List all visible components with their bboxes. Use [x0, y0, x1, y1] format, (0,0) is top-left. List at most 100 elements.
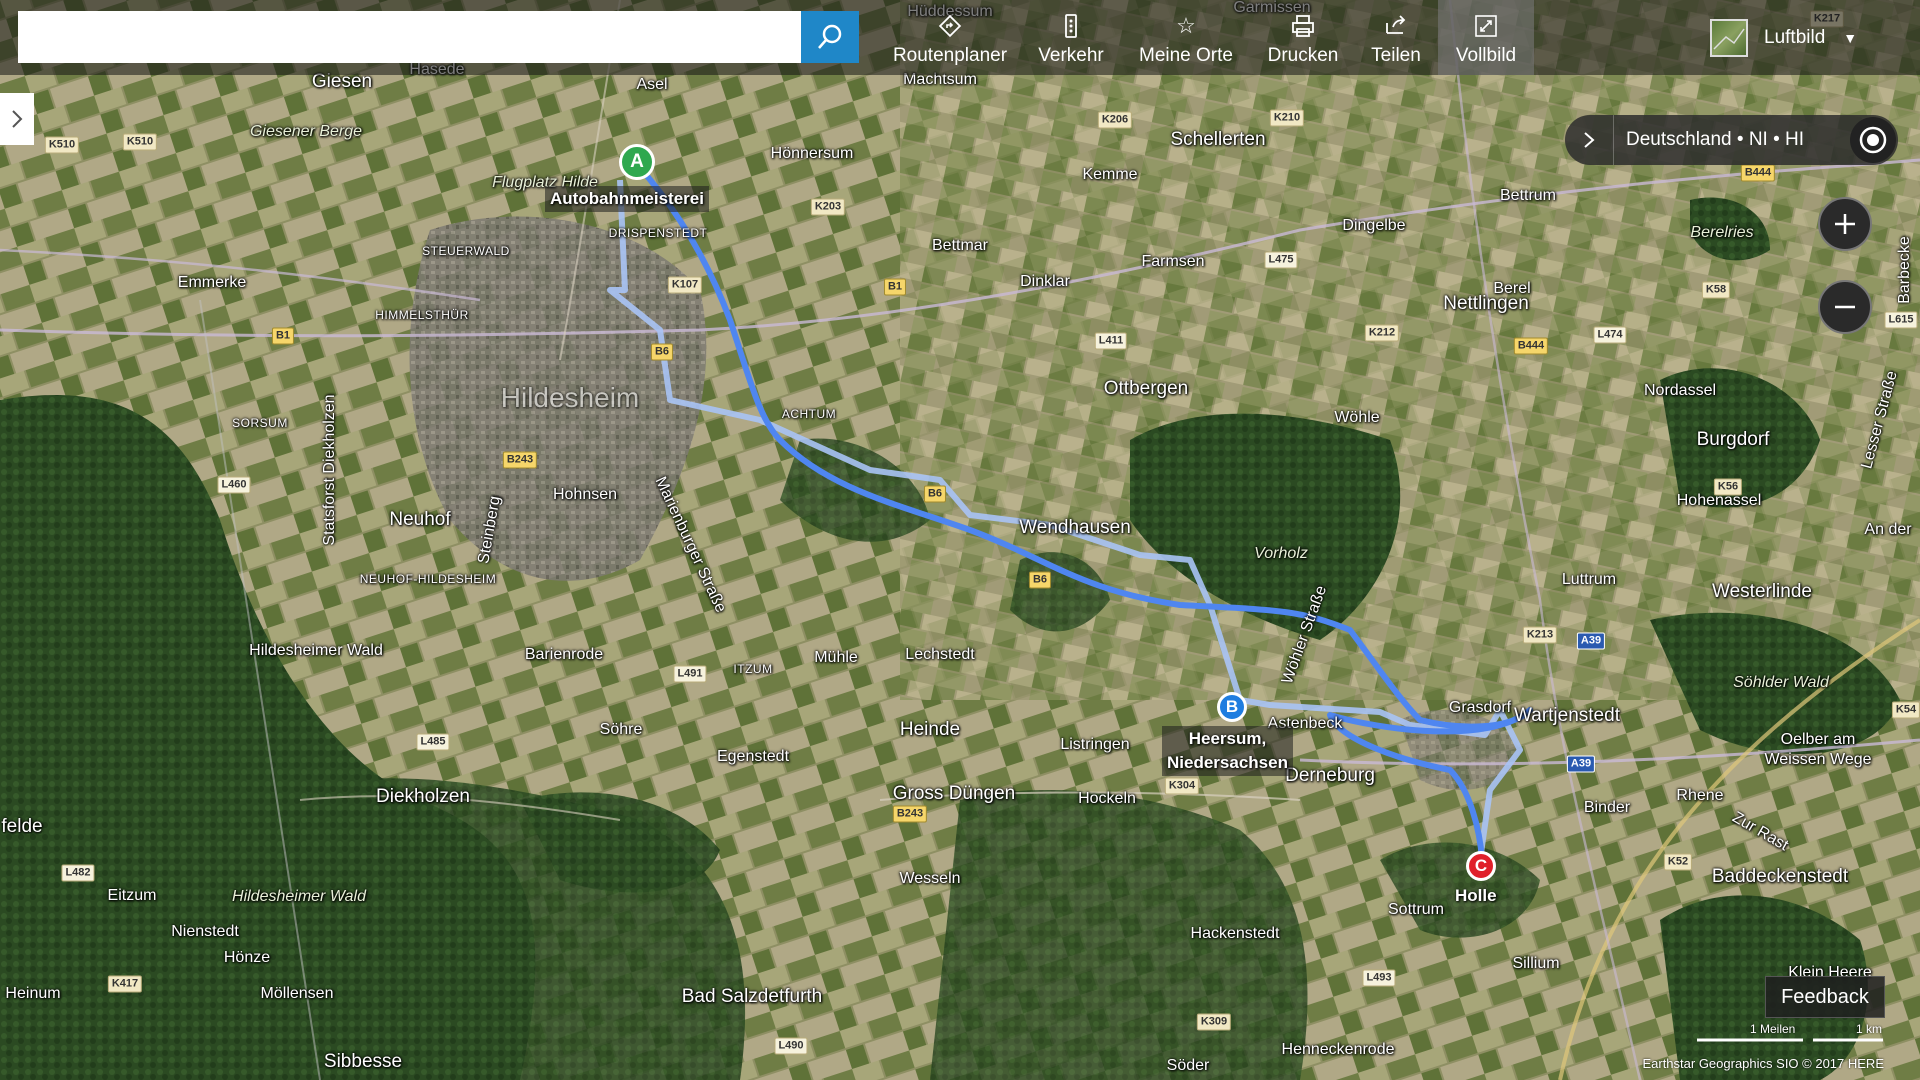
place-label-felde: felde: [1, 816, 43, 837]
road-shield: B6: [650, 343, 674, 361]
place-label-nienstedt: Nienstedt: [171, 923, 239, 940]
place-label-sillium: Sillium: [1512, 955, 1560, 972]
breadcrumb-expand-button[interactable]: [1565, 115, 1614, 165]
road-shield: K52: [1663, 853, 1693, 871]
place-label-berel: Berel: [1493, 280, 1531, 297]
place-label-woehle: Wöhle: [1334, 409, 1380, 426]
road-shield: A39: [1576, 632, 1606, 650]
minus-icon: [1835, 305, 1855, 309]
road-shield: B243: [502, 451, 538, 469]
place-label-asel: Asel: [636, 76, 668, 93]
road-shield: L493: [1362, 969, 1396, 987]
print-label: Drucken: [1267, 45, 1339, 66]
waypoint-a-pin[interactable]: A: [619, 144, 655, 180]
place-label-itzum: ITZUM: [733, 662, 773, 676]
search-icon: [818, 24, 842, 49]
place-label-binder: Binder: [1583, 799, 1631, 816]
place-label-wendhausen: Wendhausen: [1019, 517, 1131, 538]
street-label-marienburger: Marienburger Straße: [651, 474, 730, 616]
place-label-emmerke: Emmerke: [177, 274, 247, 291]
waypoint-b-pin[interactable]: B: [1217, 692, 1247, 722]
place-label-achtum: ACHTUM: [781, 407, 837, 421]
road-shield: K206: [1097, 111, 1133, 129]
place-label-heinum: Heinum: [5, 985, 61, 1002]
chevron-right-icon: [12, 110, 23, 128]
waypoint-c-pin[interactable]: C: [1466, 851, 1496, 881]
plus-icon: [1835, 214, 1855, 234]
zoom-in-button[interactable]: [1818, 197, 1872, 251]
road-shield: K213: [1522, 626, 1558, 644]
street-label-steinberg: Steinberg: [475, 494, 504, 566]
road-shield: K417: [107, 975, 143, 993]
waypoint-b-label-line2: Niedersachsen: [1167, 753, 1288, 772]
place-label-soehre: Söhre: [599, 721, 643, 738]
share-button[interactable]: Teilen: [1365, 0, 1427, 75]
place-label-hildesheimer-wald-n: Hildesheimer Wald: [249, 642, 383, 659]
fullscreen-button[interactable]: Vollbild: [1438, 0, 1534, 75]
road-shield: K54: [1891, 701, 1920, 719]
traffic-button[interactable]: Verkehr: [1030, 0, 1112, 75]
place-label-hildesheimer-wald-s: Hildesheimer Wald: [232, 888, 366, 905]
road-shield: L475: [1264, 251, 1298, 269]
place-label-dingelbe: Dingelbe: [1342, 217, 1406, 234]
zoom-out-button[interactable]: [1818, 280, 1872, 334]
place-label-ottbergen: Ottbergen: [1103, 378, 1189, 399]
place-label-heinde: Heinde: [899, 719, 961, 740]
place-label-hockeln: Hockeln: [1078, 790, 1136, 807]
road-shield: L460: [217, 476, 251, 494]
road-shield: B444: [1740, 164, 1776, 182]
waypoint-b-label: Heersum, Niedersachsen: [1162, 726, 1293, 776]
street-label-zur-rast: Zur Rast: [1729, 808, 1792, 855]
print-icon: [1290, 13, 1316, 39]
feedback-button[interactable]: Feedback: [1765, 976, 1885, 1018]
breadcrumb-text[interactable]: Deutschland • NI • HI: [1614, 129, 1850, 151]
place-label-vorholz: Vorholz: [1254, 545, 1308, 562]
road-shield: B444: [1513, 337, 1549, 355]
search-input[interactable]: [18, 11, 801, 63]
place-label-henneckenrode: Henneckenrode: [1281, 1041, 1395, 1058]
waypoint-b-letter: B: [1225, 697, 1239, 716]
place-label-wartjenstedt: Wartjenstedt: [1514, 705, 1620, 726]
search-button[interactable]: [801, 11, 859, 63]
print-button[interactable]: Drucken: [1262, 0, 1344, 75]
waypoint-c-label: Holle: [1455, 886, 1497, 905]
place-label-steuerwald: STEUERWALD: [422, 244, 510, 258]
road-shield: L482: [61, 864, 95, 882]
road-shield: K304: [1164, 777, 1200, 795]
copyright-text: Earthstar Geographics SIO © 2017 HERE: [1642, 1056, 1884, 1071]
road-shield: K510: [122, 133, 158, 151]
side-panel-toggle[interactable]: [0, 93, 34, 145]
place-label-nordassel: Nordassel: [1643, 382, 1717, 399]
road-shield: K212: [1364, 324, 1400, 342]
locate-me-button[interactable]: [1850, 117, 1896, 163]
chevron-right-icon: [1584, 132, 1595, 148]
street-label-barbecke: Barbecke: [1896, 236, 1913, 304]
street-label-statsforst: Statsforst Diekholzen: [321, 394, 338, 546]
place-label-giesener-berge: Giesener Berge: [249, 123, 363, 140]
place-label-diekholzen: Diekholzen: [376, 786, 470, 807]
place-label-wesseln: Wesseln: [899, 870, 961, 887]
place-label-bad-salzdetfurth: Bad Salzdetfurth: [681, 986, 823, 1007]
place-label-moellensen: Möllensen: [260, 985, 334, 1002]
place-label-eitzum: Eitzum: [107, 887, 157, 904]
directions-button[interactable]: Routenplaner: [880, 0, 1020, 75]
road-shield: B1: [883, 278, 907, 296]
road-shield: L474: [1593, 326, 1627, 344]
road-shield: L485: [416, 733, 450, 751]
place-label-burgdorf: Burgdorf: [1696, 429, 1770, 450]
place-label-farmsen: Farmsen: [1141, 253, 1205, 270]
place-label-bettmar: Bettmar: [931, 237, 989, 254]
place-label-rhene: Rhene: [1676, 787, 1724, 804]
traffic-icon: [1061, 13, 1081, 39]
my-places-label: Meine Orte: [1139, 45, 1233, 66]
my-places-button[interactable]: ☆ Meine Orte: [1130, 0, 1242, 75]
waypoint-b-label-line1: Heersum,: [1188, 729, 1267, 748]
road-shield: K210: [1269, 109, 1305, 127]
road-shield: L411: [1094, 332, 1128, 350]
scale-miles-label: 1 Meilen: [1750, 1022, 1796, 1036]
road-shield: K510: [44, 136, 80, 154]
map-style-dropdown[interactable]: Luftbild ▼: [1710, 18, 1857, 58]
place-label-egenstedt: Egenstedt: [716, 748, 790, 765]
road-shield: B6: [923, 485, 947, 503]
map-style-label: Luftbild: [1764, 27, 1826, 48]
